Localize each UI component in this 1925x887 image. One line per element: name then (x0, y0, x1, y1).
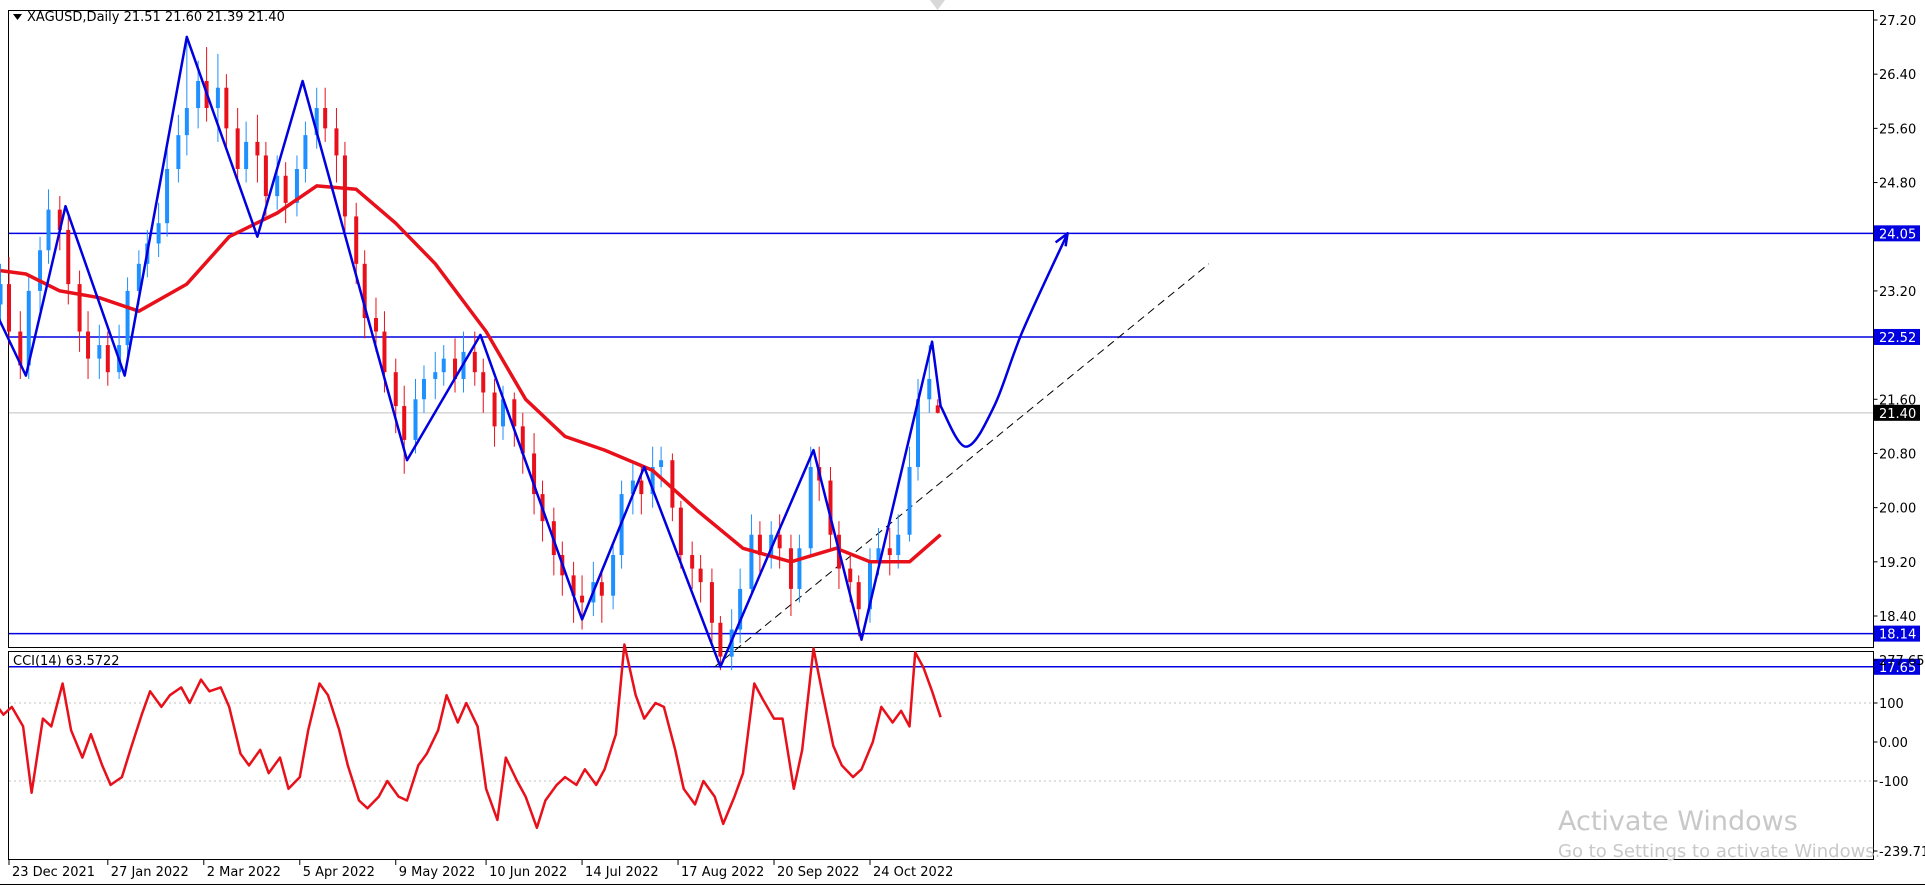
time-tick-label: 24 Oct 2022 (873, 865, 953, 880)
time-tick-label: 5 Apr 2022 (303, 865, 375, 880)
candle-body (165, 169, 170, 224)
time-tick-label: 23 Dec 2021 (12, 865, 95, 880)
time-tick-label: 10 Jun 2022 (489, 865, 567, 880)
time-tick-label: 27 Jan 2022 (111, 865, 189, 880)
candle-body (639, 480, 644, 495)
candle-body (283, 175, 288, 203)
candle-body (0, 284, 3, 305)
candle-body (670, 460, 675, 508)
candle-body (342, 155, 347, 217)
activate-windows-subtitle: Go to Settings to activate Windows. (1558, 841, 1880, 862)
price-tick-label: 19.20 (1879, 556, 1916, 571)
time-tick-label: 20 Sep 2022 (777, 865, 859, 880)
candle-body (808, 467, 813, 549)
candle-body (196, 80, 201, 109)
candle-body (580, 595, 585, 603)
candle-body (718, 622, 723, 657)
candle-body (481, 372, 486, 393)
candle-body (896, 534, 901, 556)
candle-body (244, 141, 249, 169)
candle-body (303, 135, 308, 169)
candle-body (659, 460, 664, 467)
time-tick-label: 9 May 2022 (399, 865, 476, 880)
candle-body (698, 568, 703, 583)
candle-body (373, 318, 378, 332)
candle-body (935, 405, 940, 413)
candle-body (323, 108, 328, 129)
cci-tick-label: 0.00 (1879, 736, 1908, 751)
cci-tick-label: 277.658 (1879, 654, 1925, 669)
candle-body (125, 290, 130, 346)
candle-body (46, 209, 51, 251)
candle-body (235, 128, 240, 169)
cci-tick-label: -239.714 (1879, 845, 1925, 860)
cci-label: CCI(14) 63.5722 (13, 654, 120, 669)
price-tick-label: 20.80 (1879, 447, 1916, 462)
candle-body (749, 534, 754, 589)
price-tick-label: 23.20 (1879, 285, 1916, 300)
activate-windows-title: Activate Windows (1558, 806, 1798, 837)
candle-body (354, 216, 359, 264)
candle-body (413, 399, 418, 440)
current-price-tag-label: 21.40 (1879, 407, 1916, 422)
candle-body (7, 284, 11, 332)
candle-body (97, 345, 102, 359)
candle-body (156, 223, 161, 244)
candle-body (421, 378, 426, 400)
price-tick-label: 26.40 (1879, 68, 1916, 83)
cci-tick-label: 100 (1879, 697, 1904, 712)
candle-body (433, 372, 438, 379)
candle-body (678, 507, 683, 556)
candle-body (86, 331, 91, 359)
candle-body (334, 128, 339, 156)
candle-body (255, 141, 260, 156)
candle-body (848, 568, 853, 583)
candle-body (184, 108, 189, 136)
level-tag-label: 22.52 (1879, 331, 1916, 346)
level-tag-label: 24.05 (1879, 227, 1916, 242)
candle-body (105, 345, 110, 373)
candle-body (927, 378, 932, 400)
candle-body (215, 87, 220, 109)
price-tick-label: 18.40 (1879, 610, 1916, 625)
price-tick-label: 25.60 (1879, 122, 1916, 137)
candle-body (777, 534, 782, 549)
candle-body (176, 135, 181, 169)
level-tag-label: 18.14 (1879, 628, 1916, 643)
candle-body (393, 372, 398, 407)
candle-body (788, 548, 793, 589)
candle-body (887, 548, 892, 556)
candle-body (599, 582, 604, 596)
candle-body (77, 284, 82, 332)
candle-body (263, 155, 268, 197)
candle-body (492, 392, 497, 427)
current-price-tag: 21.40 (1874, 404, 1920, 422)
time-tick-label: 2 Mar 2022 (207, 865, 281, 880)
candle-body (275, 175, 280, 197)
candle-body (797, 548, 802, 589)
price-tick-label: 24.80 (1879, 177, 1916, 192)
candle-body (224, 87, 229, 129)
candle-body (382, 331, 387, 373)
price-tick-label: 20.00 (1879, 502, 1916, 517)
cci-tick-label: -100 (1879, 775, 1909, 790)
symbol-header: XAGUSD,Daily 21.51 21.60 21.39 21.40 (27, 10, 285, 25)
candle-body (66, 229, 71, 285)
time-tick-label: 17 Aug 2022 (681, 865, 764, 880)
candle-body (402, 406, 407, 440)
price-tick-label: 27.20 (1879, 14, 1916, 29)
candle-body (611, 555, 616, 596)
candle-body (907, 467, 912, 535)
candle-body (709, 582, 714, 623)
candle-body (856, 582, 861, 610)
candle-body (441, 358, 446, 373)
chart-canvas[interactable]: 27.2026.4025.6024.8023.2021.6020.8020.00… (0, 0, 1925, 887)
candle-body (472, 351, 477, 373)
candle-body (38, 250, 43, 291)
candle-body (690, 555, 695, 569)
time-tick-label: 14 Jul 2022 (585, 865, 659, 880)
